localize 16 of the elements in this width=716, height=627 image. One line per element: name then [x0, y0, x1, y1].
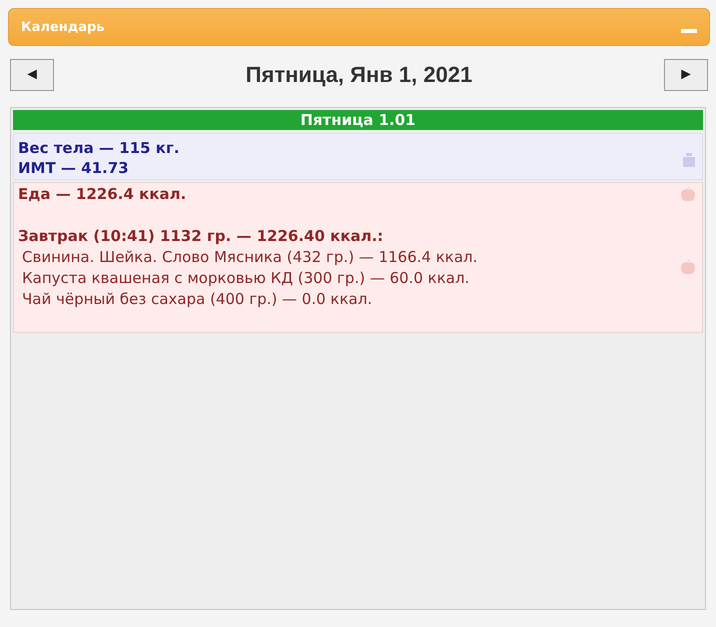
next-day-button[interactable]: ► [664, 59, 708, 91]
apple-icon [680, 186, 696, 202]
food-total: Еда — 1226.4 ккал. [18, 184, 186, 205]
apple-icon [680, 259, 696, 275]
food-item: Капуста квашеная с морковью КД (300 гр.) — 60.0 ккал. [21, 268, 470, 289]
food-item: Свинина. Шейка. Слово Мясника (432 гр.) — 1166.4 ккал. [21, 247, 478, 268]
weight-line: Вес тела — 115 кг. [18, 138, 180, 158]
minimize-icon[interactable] [681, 29, 697, 33]
date-title: Пятница, Янв 1, 2021 [246, 62, 472, 88]
meal-title: Завтрак (10:41) 1132 гр. — 1226.40 ккал.: [18, 226, 384, 247]
weight-icon [682, 152, 696, 168]
day-header: Пятница 1.01 [13, 110, 703, 130]
previous-day-button[interactable]: ◄ [10, 59, 54, 91]
food-item: Чай чёрный без сахара (400 гр.) — 0.0 ккал. [21, 289, 374, 310]
header-title: Календарь [21, 20, 105, 34]
weight-line: ИМТ — 41.73 [18, 158, 130, 178]
